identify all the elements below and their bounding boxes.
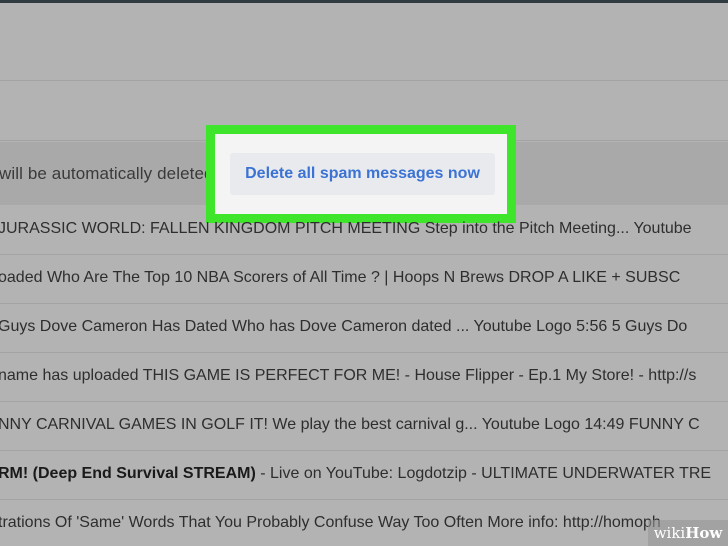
email-snippet: Guys Dove Cameron Has Dated Who has Dove…	[0, 318, 687, 336]
divider	[0, 80, 728, 81]
email-row[interactable]: NNY CARNIVAL GAMES IN GOLF IT! We play t…	[0, 402, 728, 451]
watermark-suffix: How	[685, 524, 723, 542]
delete-all-spam-button[interactable]: Delete all spam messages now	[230, 153, 495, 195]
wikihow-watermark: wikiHow	[648, 520, 728, 546]
top-bar	[0, 0, 728, 3]
email-preview: name has uploaded THIS GAME IS PERFECT F…	[0, 367, 697, 384]
email-snippet: JURASSIC WORLD: FALLEN KINGDOM PITCH MEE…	[0, 220, 692, 238]
email-preview: - Live on YouTube: Logdotzip - ULTIMATE …	[255, 465, 712, 482]
email-subject: RM! (Deep End Survival STREAM)	[0, 465, 256, 482]
email-preview: oaded Who Are The Top 10 NBA Scorers of …	[0, 269, 681, 286]
email-preview: trations Of 'Same' Words That You Probab…	[0, 514, 661, 531]
email-row[interactable]: trations Of 'Same' Words That You Probab…	[0, 500, 728, 546]
gmail-spam-folder: will be automatically deleted. Delete al…	[0, 0, 728, 546]
email-snippet: trations Of 'Same' Words That You Probab…	[0, 514, 661, 532]
email-preview: Guys Dove Cameron Has Dated Who has Dove…	[0, 318, 688, 335]
email-preview: NNY CARNIVAL GAMES IN GOLF IT! We play t…	[0, 416, 700, 433]
email-preview: JURASSIC WORLD: FALLEN KINGDOM PITCH MEE…	[0, 220, 692, 237]
email-row[interactable]: RM! (Deep End Survival STREAM) - Live on…	[0, 451, 728, 500]
email-snippet: oaded Who Are The Top 10 NBA Scorers of …	[0, 269, 680, 287]
email-snippet: RM! (Deep End Survival STREAM) - Live on…	[0, 465, 711, 483]
email-row[interactable]: JURASSIC WORLD: FALLEN KINGDOM PITCH MEE…	[0, 206, 728, 255]
email-row[interactable]: name has uploaded THIS GAME IS PERFECT F…	[0, 353, 728, 402]
watermark-prefix: wiki	[653, 524, 686, 542]
email-snippet: NNY CARNIVAL GAMES IN GOLF IT! We play t…	[0, 416, 700, 434]
spam-notice-text: will be automatically deleted.	[0, 164, 219, 183]
email-snippet: name has uploaded THIS GAME IS PERFECT F…	[0, 367, 696, 385]
email-row[interactable]: Guys Dove Cameron Has Dated Who has Dove…	[0, 304, 728, 353]
email-row[interactable]: oaded Who Are The Top 10 NBA Scorers of …	[0, 255, 728, 304]
